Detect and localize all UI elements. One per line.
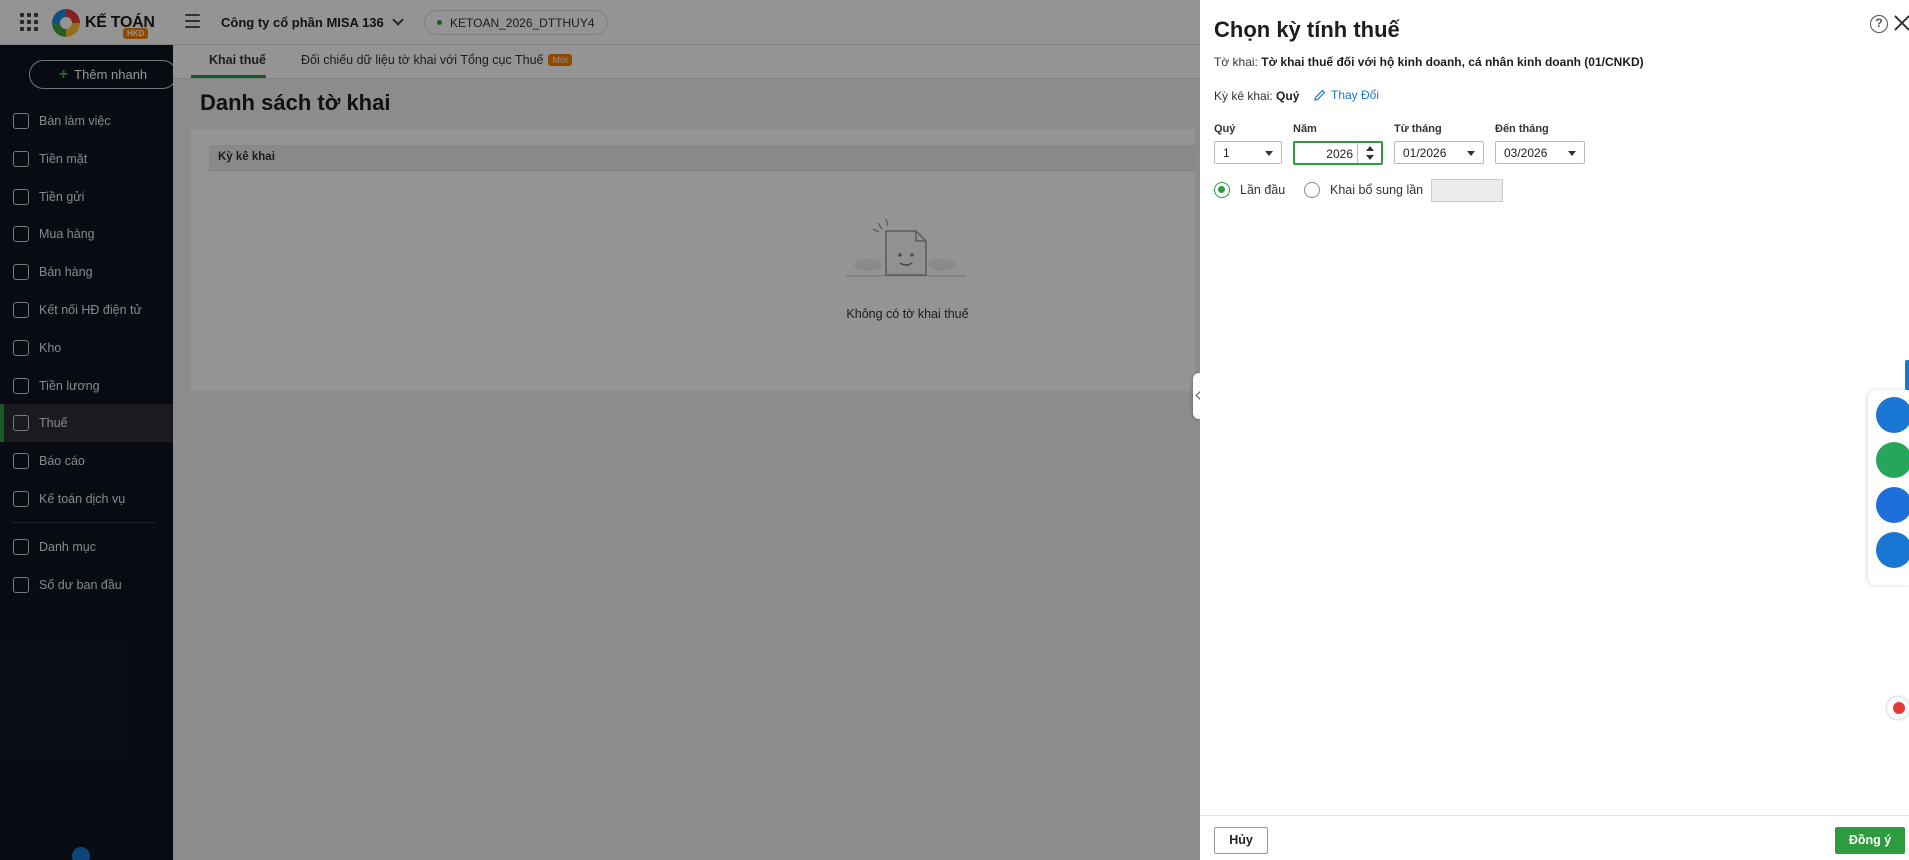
period-label: Kỳ kê khai:: [1214, 89, 1273, 103]
declaration-label: Tờ khai:: [1214, 55, 1258, 69]
supplement-count-input: [1431, 179, 1503, 202]
quarter-select[interactable]: 1: [1214, 141, 1282, 164]
period-row: Kỳ kê khai: Quý: [1214, 89, 1299, 103]
community-icon[interactable]: [1876, 532, 1909, 568]
footer-divider: [1200, 815, 1909, 816]
year-value: 2026: [1326, 147, 1353, 161]
period-value: Quý: [1276, 89, 1300, 103]
dropdown-caret-icon: [1568, 151, 1576, 156]
dropdown-caret-icon: [1467, 151, 1475, 156]
quarter-label: Quý: [1214, 123, 1236, 135]
drawer-title: Chọn kỳ tính thuế: [1214, 17, 1400, 42]
pin-icon[interactable]: [1876, 397, 1909, 433]
close-icon[interactable]: [1893, 13, 1909, 31]
radio-supplement-label[interactable]: Khai bổ sung lần: [1330, 183, 1423, 197]
add-widget-icon[interactable]: [1887, 697, 1909, 719]
radio-first-time[interactable]: [1214, 182, 1230, 198]
bot-icon[interactable]: [1876, 487, 1909, 523]
decrement-icon[interactable]: [1366, 155, 1374, 160]
chat-icon[interactable]: [1876, 442, 1909, 478]
to-month-label: Đến tháng: [1495, 123, 1549, 135]
help-icon[interactable]: ?: [1870, 15, 1888, 33]
radio-first-time-label[interactable]: Lần đầu: [1240, 183, 1285, 197]
radio-supplement[interactable]: [1304, 182, 1320, 198]
declaration-row: Tờ khai: Tờ khai thuế đối với hộ kinh do…: [1214, 55, 1644, 69]
year-stepper-buttons[interactable]: [1357, 143, 1381, 163]
dropdown-caret-icon: [1265, 151, 1273, 156]
declaration-value: Tờ khai thuế đối với hộ kinh doanh, cá n…: [1261, 55, 1644, 69]
cancel-button[interactable]: Hủy: [1214, 827, 1268, 854]
change-period-link[interactable]: Thay Đổi: [1314, 88, 1379, 102]
tax-period-drawer: Chọn kỳ tính thuế ? Tờ khai: Tờ khai thu…: [1200, 0, 1909, 860]
from-month-label: Từ tháng: [1394, 123, 1442, 135]
year-label: Năm: [1293, 123, 1317, 135]
floating-side-tab[interactable]: [1905, 360, 1909, 390]
quarter-value: 1: [1223, 146, 1230, 160]
from-month-value: 01/2026: [1403, 146, 1447, 160]
to-month-value: 03/2026: [1504, 146, 1548, 160]
modal-overlay[interactable]: [0, 0, 1200, 860]
confirm-button[interactable]: Đồng ý: [1835, 827, 1905, 854]
pencil-icon: [1314, 89, 1326, 101]
increment-icon[interactable]: [1366, 146, 1374, 151]
change-period-label: Thay Đổi: [1331, 88, 1380, 102]
to-month-select[interactable]: 03/2026: [1495, 141, 1585, 164]
year-stepper[interactable]: 2026: [1293, 141, 1383, 165]
from-month-select[interactable]: 01/2026: [1394, 141, 1484, 164]
